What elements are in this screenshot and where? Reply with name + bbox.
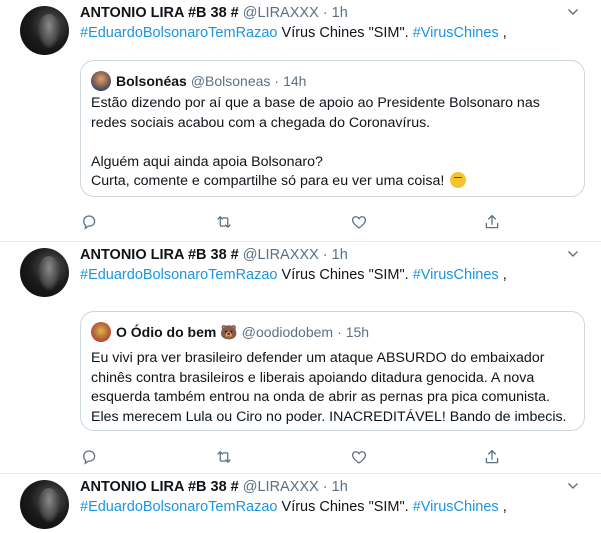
separator-dot: · (322, 479, 328, 495)
tweet-text-segment: , (498, 25, 507, 41)
author-name[interactable]: ANTONIO LIRA #B 38 # (80, 479, 239, 495)
author-handle[interactable]: @LIRAXXX (243, 5, 319, 21)
author-name[interactable]: ANTONIO LIRA #B 38 # (80, 5, 239, 21)
reply-icon (83, 450, 96, 465)
share-icon (485, 214, 499, 229)
avatar[interactable] (20, 480, 69, 529)
quoted-author-handle: @Bolsoneas (190, 73, 271, 89)
timestamp: 15h (345, 324, 370, 340)
reply-button[interactable] (80, 448, 100, 468)
quoted-text-line: Alguém aqui ainda apoia Bolsonaro? (91, 153, 323, 170)
share-icon (485, 449, 499, 464)
avatar[interactable] (20, 248, 69, 297)
quoted-tweet-header: O Ódio do bem 🐻 @oodiodobem · 15h (91, 322, 369, 342)
hashtag-link[interactable]: #EduardoBolsonaroTemRazao (80, 25, 278, 41)
tweet-text-segment: Vírus Chines "SIM". (277, 267, 413, 283)
hashtag-link[interactable]: #VirusChines (413, 25, 499, 41)
tweet-header: ANTONIO LIRA #B 38 # @LIRAXXX · 1h (80, 247, 348, 263)
timestamp[interactable]: 1h (332, 247, 348, 263)
avatar (91, 322, 111, 342)
tweet-text: #EduardoBolsonaroTemRazao Vírus Chines "… (80, 499, 507, 515)
separator-dot: · (322, 5, 328, 21)
hashtag-link[interactable]: #EduardoBolsonaroTemRazao (80, 499, 278, 515)
quoted-author-handle: @oodiodobem (241, 324, 334, 340)
chevron-down-icon[interactable] (567, 248, 579, 260)
timestamp[interactable]: 1h (332, 5, 348, 21)
quoted-tweet[interactable]: Bolsonéas @Bolsoneas · 14h Estão dizendo… (80, 60, 585, 197)
tweet-text-segment: Vírus Chines "SIM". (277, 25, 413, 41)
hashtag-link[interactable]: #EduardoBolsonaroTemRazao (80, 267, 278, 283)
retweet-button[interactable] (215, 448, 235, 468)
quoted-text-line: redes sociais acabou com a chegada do Co… (91, 114, 431, 131)
quoted-text-line: Eu vivi pra ver brasileiro defender um a… (91, 350, 545, 366)
tweet-actions (80, 213, 500, 233)
separator-dot: · (274, 73, 280, 89)
bear-face-emoji: 🐻 (220, 323, 238, 340)
reply-icon (83, 215, 96, 230)
tweet[interactable]: ANTONIO LIRA #B 38 # @LIRAXXX · 1h #Edua… (0, 474, 601, 533)
avatar[interactable] (20, 6, 69, 55)
like-button[interactable] (350, 448, 370, 468)
quoted-tweet-text: Estão dizendo por aí que a base de apoio… (91, 94, 581, 192)
quoted-text-line: Eles merecem Lula ou Ciro no poder. INAC… (91, 408, 567, 425)
tweet-header: ANTONIO LIRA #B 38 # @LIRAXXX · 1h (80, 5, 348, 21)
retweet-icon (217, 451, 231, 463)
retweet-icon (217, 216, 231, 228)
author-handle[interactable]: @LIRAXXX (243, 479, 319, 495)
quoted-text-line: Estão dizendo por aí que a base de apoio… (91, 95, 540, 111)
tweet-text-segment: Vírus Chines "SIM". (277, 499, 413, 515)
quoted-text-line-wrap: Curta, comente e compartilhe só para eu … (91, 172, 581, 192)
quoted-tweet-text: Eu vivi pra ver brasileiro defender um a… (91, 349, 581, 427)
quoted-tweet[interactable]: O Ódio do bem 🐻 @oodiodobem · 15h Eu viv… (80, 311, 585, 431)
reply-button[interactable] (80, 213, 100, 233)
quoted-tweet-header: Bolsonéas @Bolsoneas · 14h (91, 71, 306, 91)
tweet-text-segment: , (498, 267, 507, 283)
thinking-face-emoji (450, 172, 467, 188)
quoted-author-name: Bolsonéas (116, 73, 187, 89)
like-icon (351, 451, 367, 464)
tweet-text: #EduardoBolsonaroTemRazao Vírus Chines "… (80, 25, 507, 41)
separator-dot: · (337, 324, 342, 340)
chevron-down-icon[interactable] (567, 480, 579, 492)
separator-dot: · (322, 247, 328, 263)
quoted-text-line (91, 133, 581, 153)
share-button[interactable] (483, 213, 503, 233)
tweet[interactable]: ANTONIO LIRA #B 38 # @LIRAXXX · 1h #Edua… (0, 0, 601, 242)
quoted-text-line: esquerda também entrou na onda de abrir … (91, 389, 551, 405)
author-handle[interactable]: @LIRAXXX (243, 247, 319, 263)
hashtag-link[interactable]: #VirusChines (413, 499, 499, 515)
tweet-header: ANTONIO LIRA #B 38 # @LIRAXXX · 1h (80, 479, 348, 495)
avatar (91, 71, 111, 91)
tweet[interactable]: ANTONIO LIRA #B 38 # @LIRAXXX · 1h #Edua… (0, 242, 601, 474)
timestamp[interactable]: 1h (332, 479, 348, 495)
retweet-button[interactable] (215, 213, 235, 233)
hashtag-link[interactable]: #VirusChines (413, 267, 499, 283)
quoted-author-name: O Ódio do bem (116, 324, 217, 340)
author-name[interactable]: ANTONIO LIRA #B 38 # (80, 247, 239, 263)
like-icon (351, 216, 367, 229)
timestamp: 14h (283, 73, 307, 89)
share-button[interactable] (483, 448, 503, 468)
tweet-text-segment: , (498, 499, 507, 515)
tweet-actions (80, 448, 500, 468)
quoted-text-line: Curta, comente e compartilhe só para eu … (91, 173, 445, 189)
tweet-text: #EduardoBolsonaroTemRazao Vírus Chines "… (80, 267, 507, 283)
chevron-down-icon[interactable] (567, 6, 579, 18)
like-button[interactable] (350, 213, 370, 233)
quoted-text-line: chinês contra brasileiros e liberais apo… (91, 369, 535, 386)
